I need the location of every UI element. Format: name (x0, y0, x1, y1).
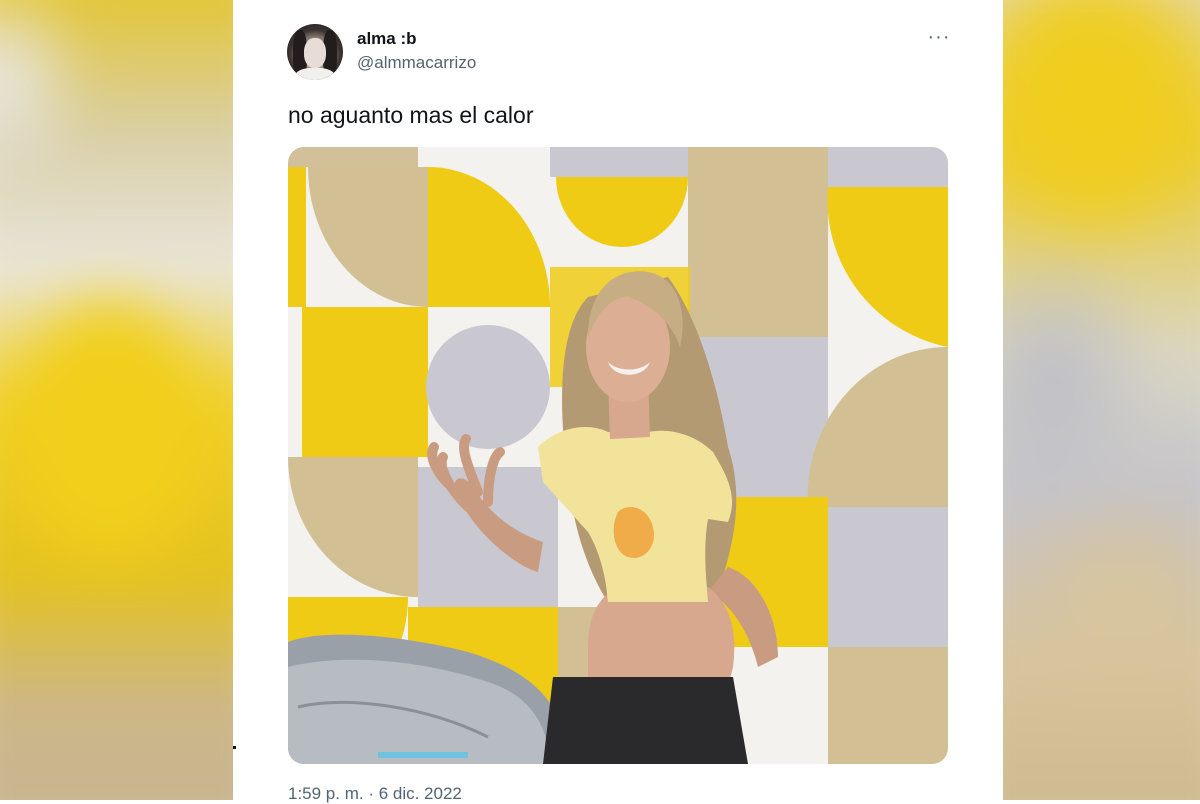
tweet-text: no aguanto mas el calor (288, 102, 534, 128)
tweet-media-image[interactable] (288, 147, 948, 764)
tweet-timestamp[interactable]: 1:59 p. m. · 6 dic. 2022 (288, 784, 462, 804)
stray-dot (233, 746, 236, 749)
avatar[interactable] (287, 24, 343, 80)
background-blur-left (0, 0, 233, 800)
more-horizontal-icon[interactable]: ··· (926, 27, 952, 48)
background-blur-right (1003, 0, 1200, 800)
user-handle[interactable]: @almmacarrizo (357, 53, 476, 73)
media-photo (288, 147, 948, 764)
display-name[interactable]: alma :b (357, 29, 417, 49)
